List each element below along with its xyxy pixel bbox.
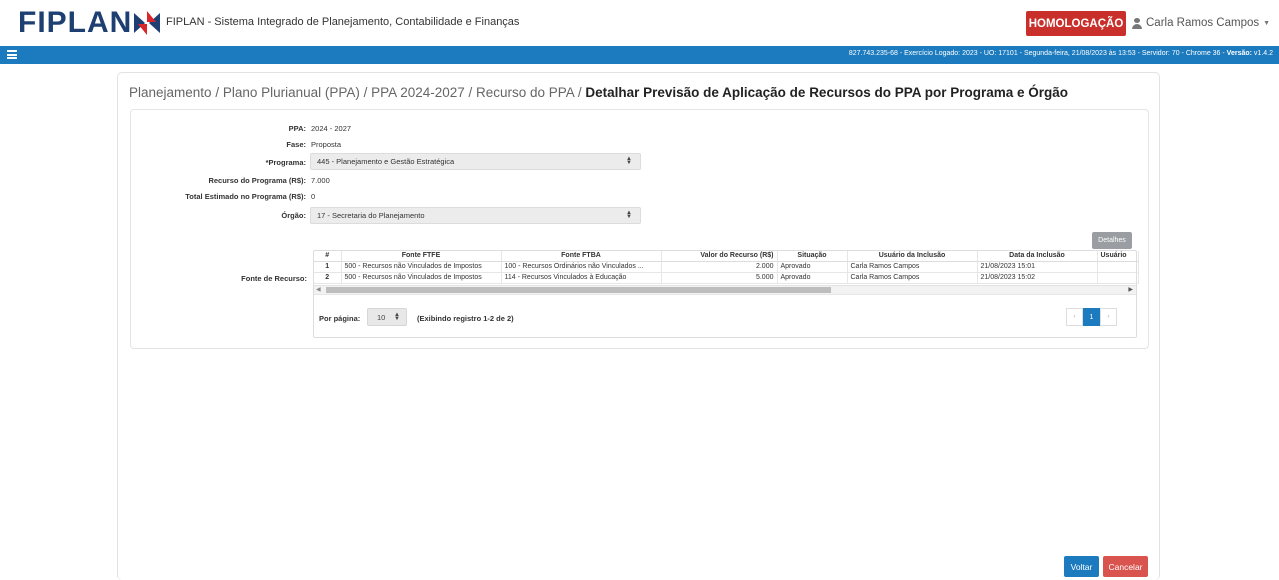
table-row[interactable]: 2 500 - Recursos não Vinculados de Impos… (314, 272, 1139, 284)
breadcrumb-item-recurso[interactable]: Recurso do PPA (476, 85, 574, 100)
breadcrumb-item-ppa[interactable]: Plano Plurianual (PPA) (223, 85, 360, 100)
cell-usuario (1097, 272, 1139, 284)
cell-data-inclusao: 21/08/2023 15:01 (977, 261, 1098, 273)
top-header: FIPLAN FIPLAN - Sistema Integrado de Pla… (0, 0, 1279, 46)
column-header-valor[interactable]: Valor do Recurso (R$) (661, 251, 778, 262)
cell-fonte-ftba: 114 - Recursos Vinculados à Educação (501, 272, 662, 284)
session-info-text: 827.743.235-68 - Exercício Logado: 2023 … (848, 50, 1227, 57)
column-header-usuario[interactable]: Usuário (1097, 251, 1139, 262)
per-page-label: Por página: (319, 314, 361, 323)
breadcrumb-separator: / (574, 85, 586, 100)
breadcrumb-separator: / (359, 85, 372, 100)
cell-usuario (1097, 261, 1139, 273)
app-title: FIPLAN - Sistema Integrado de Planejamen… (166, 16, 520, 28)
cell-valor: 2.000 (661, 261, 778, 273)
environment-badge: HOMOLOGAÇÃO (1026, 11, 1126, 36)
caret-down-icon: ▼ (1263, 19, 1271, 27)
column-header-usuario-inclusao[interactable]: Usuário da Inclusão (847, 251, 978, 262)
version-value: v1.4.2 (1253, 50, 1273, 57)
select-arrows-icon: ▲ ▼ (394, 312, 400, 322)
cell-usuario-inclusao: Carla Ramos Campos (847, 272, 978, 284)
total-estimado-label: Total Estimado no Programa (R$): (185, 192, 306, 201)
details-button[interactable]: Detalhes (1092, 232, 1132, 249)
column-header-data-inclusao[interactable]: Data da Inclusão (977, 251, 1098, 262)
breadcrumb-item-planejamento[interactable]: Planejamento (129, 85, 212, 100)
version-label: Versão: (1226, 50, 1254, 57)
hamburger-menu-icon[interactable] (7, 50, 17, 59)
cell-fonte-ftba: 100 - Recursos Ordinários não Vinculados… (501, 261, 662, 273)
cancel-button[interactable]: Cancelar (1103, 556, 1148, 577)
next-page-button[interactable]: › (1100, 308, 1117, 326)
cell-valor: 5.000 (661, 272, 778, 284)
per-page-select[interactable]: 10 ▲ ▼ (367, 308, 407, 326)
breadcrumb-separator: / (211, 85, 223, 100)
programa-select[interactable]: 445 - Planejamento e Gestão Estratégica … (310, 153, 641, 170)
scroll-right-icon[interactable]: ▶ (1128, 286, 1133, 293)
orgao-select[interactable]: 17 - Secretaria do Planejamento ▲ ▼ (310, 207, 641, 224)
page-title: Detalhar Previsão de Aplicação de Recurs… (585, 85, 1069, 100)
page-1-button[interactable]: 1 (1083, 308, 1100, 326)
fonte-recurso-table: # Fonte FTFE Fonte FTBA Valor do Recurso… (313, 250, 1139, 338)
pager-row: Por página: 10 ▲ ▼ (Exibindo registro 1-2… (314, 294, 1136, 338)
programa-selected-value: 445 - Planejamento e Gestão Estratégica (317, 157, 455, 166)
column-header-fonte-ftba[interactable]: Fonte FTBA (501, 251, 662, 262)
ppa-label: PPA: (288, 124, 306, 133)
records-info: (Exibindo registro 1-2 de 2) (417, 314, 514, 323)
form-container: PPA: 2024 - 2027 Fase: Proposta *Program… (130, 109, 1149, 349)
back-button[interactable]: Voltar (1064, 556, 1099, 577)
user-icon (1132, 17, 1142, 29)
cell-usuario-inclusao: Carla Ramos Campos (847, 261, 978, 273)
cell-fonte-ftfe: 500 - Recursos não Vinculados de Imposto… (341, 261, 502, 273)
per-page-value: 10 (377, 312, 386, 322)
session-info: 827.743.235-68 - Exercício Logado: 2023 … (849, 50, 1273, 57)
cell-data-inclusao: 21/08/2023 15:02 (977, 272, 1098, 284)
scroll-left-icon[interactable]: ◀ (316, 286, 321, 293)
breadcrumb-separator: / (464, 85, 477, 100)
column-header-index[interactable]: # (314, 251, 342, 262)
fiplan-logo[interactable]: FIPLAN (18, 6, 161, 39)
breadcrumb-item-ppa-2024-2027[interactable]: PPA 2024-2027 (371, 85, 465, 100)
scrollbar-thumb[interactable] (326, 287, 831, 293)
fase-value: Proposta (311, 140, 342, 149)
cell-situacao: Aprovado (777, 261, 848, 273)
recurso-programa-label: Recurso do Programa (R$): (208, 176, 306, 185)
table-row[interactable]: 1 500 - Recursos não Vinculados de Impos… (314, 261, 1139, 273)
prev-page-button[interactable]: ‹ (1066, 308, 1083, 326)
cell-index: 2 (314, 272, 342, 284)
horizontal-scrollbar[interactable]: ◀ ▶ (314, 285, 1136, 294)
orgao-label: Órgão: (281, 211, 306, 220)
select-arrows-icon: ▲ ▼ (626, 156, 632, 166)
user-name: Carla Ramos Campos (1146, 17, 1260, 29)
logo-mark-icon (134, 11, 161, 35)
main-panel: Planejamento / Plano Plurianual (PPA) / … (117, 72, 1160, 580)
breadcrumb: Planejamento / Plano Plurianual (PPA) / … (129, 85, 1068, 100)
data-grid: # Fonte FTFE Fonte FTBA Valor do Recurso… (314, 251, 1139, 284)
cell-situacao: Aprovado (777, 272, 848, 284)
column-header-situacao[interactable]: Situação (777, 251, 848, 262)
programa-label: *Programa: (265, 158, 306, 167)
select-arrows-icon: ▲ ▼ (626, 210, 632, 220)
ppa-value: 2024 - 2027 (311, 124, 352, 133)
total-estimado-value: 0 (311, 192, 316, 201)
fonte-recurso-label: Fonte de Recurso: (241, 274, 307, 283)
cell-fonte-ftfe: 500 - Recursos não Vinculados de Imposto… (341, 272, 502, 284)
user-menu[interactable]: Carla Ramos Campos ▼ (1132, 17, 1270, 29)
orgao-selected-value: 17 - Secretaria do Planejamento (317, 211, 425, 220)
recurso-programa-value: 7.000 (311, 176, 330, 185)
column-header-fonte-ftfe[interactable]: Fonte FTFE (341, 251, 502, 262)
cell-index: 1 (314, 261, 342, 273)
pagination: ‹ 1 › (1066, 308, 1117, 326)
fase-label: Fase: (286, 140, 306, 149)
logo-text: FIPLAN (18, 6, 133, 39)
table-header-row: # Fonte FTFE Fonte FTBA Valor do Recurso… (314, 251, 1139, 262)
session-info-bar: 827.743.235-68 - Exercício Logado: 2023 … (0, 46, 1279, 64)
